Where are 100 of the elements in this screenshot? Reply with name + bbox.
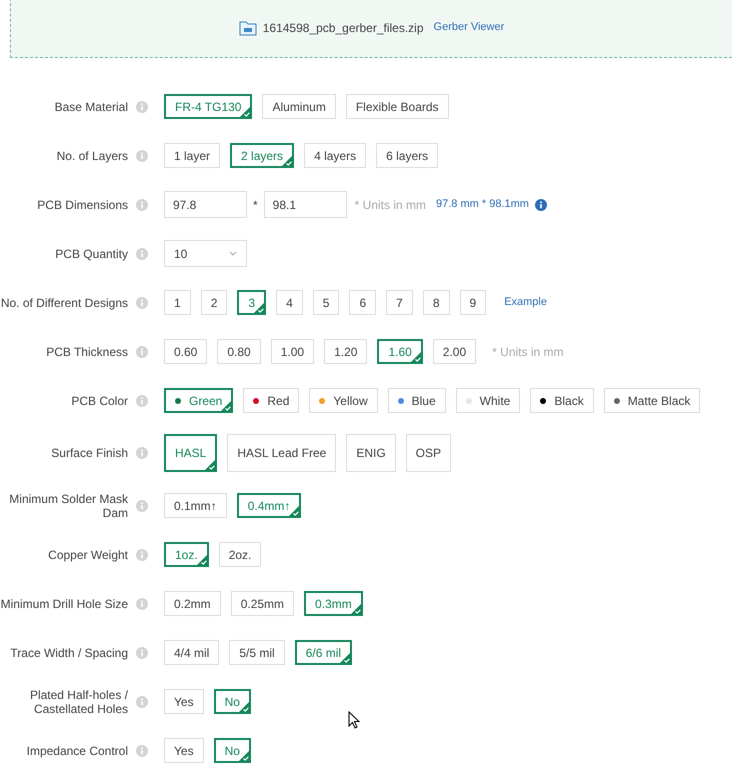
info-icon bbox=[136, 696, 148, 708]
option-button[interactable]: 3 bbox=[237, 290, 266, 315]
info-icon bbox=[136, 198, 148, 210]
option-button[interactable]: 2.00 bbox=[432, 339, 476, 364]
times-sign: * bbox=[253, 196, 258, 214]
checkmark-corner-icon bbox=[253, 302, 266, 314]
quantity-select[interactable]: 10 bbox=[164, 240, 247, 267]
option-button[interactable]: 8 bbox=[422, 290, 450, 315]
option-button[interactable]: 0.2mm bbox=[164, 591, 221, 616]
checkmark-corner-icon bbox=[238, 750, 250, 762]
option-button[interactable]: Black bbox=[530, 388, 594, 413]
option-button[interactable]: 4/4 mil bbox=[164, 640, 220, 665]
chevron-down-icon bbox=[229, 251, 237, 256]
field-label: Surface Finish bbox=[51, 446, 128, 460]
info-icon bbox=[534, 198, 547, 210]
option-button[interactable]: ENIG bbox=[346, 434, 396, 472]
option-button[interactable]: 0.1mm↑ bbox=[164, 493, 227, 518]
option-button[interactable]: 0.3mm bbox=[304, 591, 363, 616]
option-button[interactable]: Flexible Boards bbox=[346, 94, 449, 119]
option-button[interactable]: No bbox=[214, 689, 251, 714]
info-icon bbox=[136, 447, 148, 459]
info-icon bbox=[136, 744, 148, 756]
option-button[interactable]: 6 bbox=[349, 290, 376, 315]
option-button[interactable]: 1.20 bbox=[324, 339, 368, 364]
checkmark-corner-icon bbox=[350, 603, 362, 615]
option-button[interactable]: 0.80 bbox=[217, 339, 261, 364]
pointer-cursor-icon bbox=[348, 711, 360, 730]
checkmark-corner-icon bbox=[238, 701, 250, 713]
option-button[interactable]: 4 bbox=[276, 290, 303, 315]
info-icon bbox=[136, 598, 148, 610]
option-button[interactable]: OSP bbox=[406, 434, 451, 472]
field-label: No. of Different Designs bbox=[0, 296, 128, 310]
option-button[interactable]: 0.60 bbox=[164, 339, 208, 364]
example-link[interactable]: Example bbox=[504, 294, 547, 311]
dimensions-summary: 97.8 mm * 98.1mm bbox=[436, 197, 529, 212]
option-button[interactable]: Blue bbox=[388, 388, 446, 413]
info-icon bbox=[136, 646, 148, 658]
checkmark-corner-icon bbox=[339, 652, 352, 664]
info-icon bbox=[136, 500, 148, 512]
field-label: Trace Width / Spacing bbox=[10, 646, 128, 660]
field-label: Plated Half-holes / Castellated Holes bbox=[28, 688, 128, 716]
info-icon bbox=[136, 346, 148, 358]
field-label: Copper Weight bbox=[48, 548, 128, 562]
option-button[interactable]: 1 bbox=[164, 290, 191, 315]
option-button[interactable]: Aluminum bbox=[262, 94, 336, 119]
checkmark-corner-icon bbox=[281, 155, 294, 167]
checkmark-corner-icon bbox=[410, 351, 422, 363]
option-button[interactable]: Yes bbox=[164, 689, 204, 714]
info-icon bbox=[136, 248, 148, 260]
checkmark-corner-icon bbox=[288, 505, 300, 517]
option-button[interactable]: Yes bbox=[164, 738, 204, 763]
width-field[interactable]: 97.8 bbox=[164, 191, 247, 218]
option-button[interactable]: 1.60 bbox=[377, 339, 423, 364]
option-button[interactable]: Red bbox=[243, 388, 300, 413]
field-label: PCB Quantity bbox=[55, 246, 128, 260]
checkmark-corner-icon bbox=[204, 459, 216, 471]
option-button[interactable]: 2oz. bbox=[218, 542, 262, 567]
option-button[interactable]: 1oz. bbox=[164, 542, 209, 567]
info-icon bbox=[136, 296, 148, 308]
option-button[interactable]: 5 bbox=[312, 290, 340, 315]
field-label: No. of Layers bbox=[56, 148, 128, 162]
field-label: Minimum Drill Hole Size bbox=[0, 596, 128, 610]
option-button[interactable]: HASL Lead Free bbox=[227, 434, 336, 472]
height-field[interactable]: 98.1 bbox=[264, 191, 347, 218]
option-button[interactable]: HASL bbox=[164, 434, 218, 472]
file-name: 1614598_pcb_gerber_files.zip bbox=[262, 20, 424, 36]
option-button[interactable]: 2 layers bbox=[230, 143, 294, 168]
field-label: Impedance Control bbox=[26, 744, 128, 758]
option-button[interactable]: No bbox=[214, 738, 251, 763]
option-button[interactable]: 0.25mm bbox=[230, 591, 294, 616]
option-button[interactable]: 1.00 bbox=[270, 339, 314, 364]
option-button[interactable]: 1 layer bbox=[164, 143, 220, 168]
field-label: PCB Dimensions bbox=[37, 198, 128, 212]
option-button[interactable]: Matte Black bbox=[604, 388, 700, 413]
units-note: * Units in mm bbox=[354, 196, 426, 214]
option-button[interactable]: 5/5 mil bbox=[229, 640, 285, 665]
option-button[interactable]: 6/6 mil bbox=[294, 640, 352, 665]
option-button[interactable]: 7 bbox=[386, 290, 413, 315]
info-icon bbox=[136, 548, 148, 560]
zip-file-icon bbox=[238, 20, 257, 36]
units-note: * Units in mm bbox=[492, 344, 564, 360]
checkmark-corner-icon bbox=[196, 554, 208, 566]
checkmark-corner-icon bbox=[220, 400, 232, 412]
field-label: PCB Color bbox=[71, 394, 128, 408]
option-button[interactable]: 0.4mm↑ bbox=[236, 493, 302, 518]
field-label: PCB Thickness bbox=[46, 344, 128, 358]
gerber-viewer-link[interactable]: Gerber Viewer bbox=[434, 19, 504, 36]
option-button[interactable]: Green bbox=[164, 388, 234, 413]
checkmark-corner-icon bbox=[239, 106, 252, 118]
field-label: Minimum Solder Mask Dam bbox=[8, 492, 128, 520]
option-button[interactable]: Yellow bbox=[309, 388, 378, 413]
option-button[interactable]: FR-4 TG130 bbox=[164, 94, 252, 119]
option-button[interactable]: 9 bbox=[460, 290, 486, 315]
option-button[interactable]: White bbox=[456, 388, 520, 413]
option-button[interactable]: 6 layers bbox=[376, 143, 438, 168]
info-icon bbox=[136, 394, 148, 406]
option-button[interactable]: 2 bbox=[200, 290, 228, 315]
option-button[interactable]: 4 layers bbox=[304, 143, 366, 168]
field-label: Base Material bbox=[54, 100, 128, 114]
info-icon bbox=[136, 100, 148, 112]
